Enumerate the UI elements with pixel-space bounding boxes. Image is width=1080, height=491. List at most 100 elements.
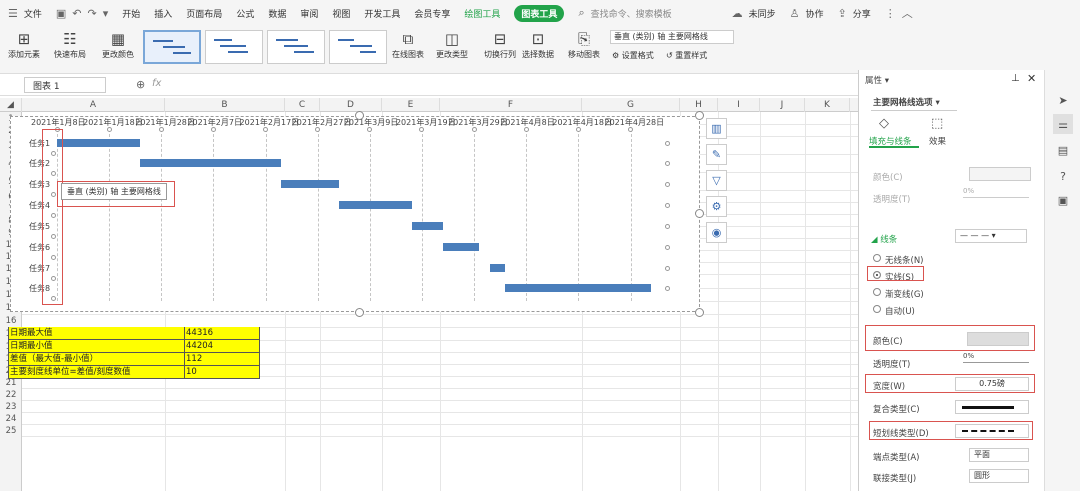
hamburger-icon[interactable]: ☰ bbox=[8, 7, 18, 20]
chart-style-2[interactable] bbox=[205, 30, 263, 64]
gridline-handle[interactable] bbox=[665, 245, 670, 250]
vertical-gridline[interactable] bbox=[474, 129, 476, 301]
tab-draw-tools[interactable]: 绘图工具 bbox=[464, 7, 500, 20]
undo-icon[interactable]: ↶ bbox=[72, 7, 81, 20]
select-data-button[interactable]: ⊡ 选择数据 bbox=[522, 29, 554, 60]
element-select[interactable]: 垂直 (类别) 轴 主要网格线 bbox=[610, 30, 734, 44]
vertical-gridline[interactable] bbox=[421, 129, 423, 301]
column-header[interactable]: G bbox=[582, 98, 680, 112]
column-header[interactable]: E bbox=[382, 98, 440, 112]
gridline-handle[interactable] bbox=[665, 182, 670, 187]
name-box[interactable]: 图表 1 bbox=[24, 77, 106, 93]
gridline-handle[interactable] bbox=[419, 127, 425, 132]
resize-handle-top-right[interactable] bbox=[695, 111, 704, 120]
fx-icon[interactable]: fx bbox=[152, 78, 161, 89]
chart-elements-button[interactable]: ▥ bbox=[706, 118, 727, 139]
gridline-handle[interactable] bbox=[665, 224, 670, 229]
menu-dev[interactable]: 开发工具 bbox=[364, 7, 400, 20]
stats-label[interactable]: 日期最大值 bbox=[8, 327, 185, 340]
gridline-handle[interactable] bbox=[665, 161, 670, 166]
column-header[interactable]: K bbox=[805, 98, 850, 112]
gantt-bar[interactable] bbox=[281, 180, 339, 188]
reset-style-button[interactable]: ↺ 重置样式 bbox=[666, 50, 707, 61]
chart-style-3[interactable] bbox=[267, 30, 325, 64]
tab-effect[interactable]: 效果 bbox=[929, 135, 946, 147]
gantt-bar[interactable] bbox=[411, 222, 443, 230]
redo-icon[interactable]: ↷ bbox=[88, 7, 97, 20]
search-input[interactable]: 查找命令、搜索模板 bbox=[591, 7, 672, 20]
gantt-bar[interactable] bbox=[57, 139, 141, 147]
gridline-handle[interactable] bbox=[367, 127, 373, 132]
menu-insert[interactable]: 插入 bbox=[154, 7, 172, 20]
gridline-handle[interactable] bbox=[665, 141, 670, 146]
radio-auto[interactable] bbox=[873, 305, 881, 313]
stats-value[interactable]: 44316 bbox=[185, 327, 260, 340]
vertical-gridline[interactable] bbox=[265, 129, 267, 301]
gridline-handle[interactable] bbox=[263, 127, 269, 132]
collapse-icon[interactable]: ︿ bbox=[902, 5, 913, 21]
column-header[interactable]: D bbox=[320, 98, 382, 112]
gridline-handle[interactable] bbox=[523, 127, 529, 132]
format-button[interactable]: ⚙ 设置格式 bbox=[612, 50, 654, 61]
change-color-button[interactable]: ▦ 更改颜色 bbox=[102, 29, 134, 60]
save-icon[interactable]: ▣ bbox=[56, 7, 66, 20]
join-select[interactable]: 圆形 bbox=[969, 469, 1029, 483]
gridline-handle[interactable] bbox=[315, 127, 321, 132]
gantt-bar[interactable] bbox=[489, 264, 506, 272]
vertical-gridline[interactable] bbox=[213, 129, 215, 301]
online-chart-button[interactable]: ⧉ 在线图表 bbox=[392, 29, 424, 60]
gridline-handle[interactable] bbox=[665, 266, 670, 271]
chart-filter-button[interactable]: ▽ bbox=[706, 170, 727, 191]
menu-view[interactable]: 视图 bbox=[332, 7, 350, 20]
layers-icon[interactable]: ▤ bbox=[1053, 140, 1073, 160]
stats-value[interactable]: 44204 bbox=[185, 340, 260, 353]
transparency-slider-top[interactable] bbox=[963, 197, 1029, 198]
compound-select[interactable] bbox=[955, 400, 1029, 414]
more-vertical-icon[interactable]: ⋮ bbox=[885, 7, 896, 20]
menu-review[interactable]: 审阅 bbox=[300, 7, 318, 20]
gridline-handle[interactable] bbox=[106, 127, 112, 132]
vertical-gridline[interactable] bbox=[578, 129, 580, 301]
row-header[interactable]: 25 bbox=[0, 425, 22, 437]
chart-settings-button[interactable]: ⚙ bbox=[706, 196, 727, 217]
transparency-slider[interactable] bbox=[963, 362, 1029, 363]
row-header[interactable]: 24 bbox=[0, 413, 22, 425]
row-header[interactable]: 22 bbox=[0, 389, 22, 401]
menu-formula[interactable]: 公式 bbox=[236, 7, 254, 20]
select-all-icon[interactable]: ◢ bbox=[0, 98, 22, 112]
column-header[interactable]: B bbox=[165, 98, 285, 112]
stats-label[interactable]: 日期最小值 bbox=[8, 340, 185, 353]
resize-handle-bottom[interactable] bbox=[355, 308, 364, 317]
collab-button[interactable]: 协作 bbox=[806, 7, 824, 20]
gantt-bar[interactable] bbox=[338, 201, 412, 209]
radio-gradient[interactable] bbox=[873, 288, 881, 296]
resize-handle-bottom-right[interactable] bbox=[695, 308, 704, 317]
change-type-button[interactable]: ◫ 更改类型 bbox=[436, 29, 468, 60]
vertical-gridline[interactable] bbox=[109, 129, 111, 301]
sync-status[interactable]: 未同步 bbox=[749, 7, 776, 20]
vertical-gridline[interactable] bbox=[630, 129, 632, 301]
gantt-bar[interactable] bbox=[140, 159, 282, 167]
line-section[interactable]: ◢ 线条 bbox=[871, 233, 897, 245]
share-button[interactable]: 分享 bbox=[853, 7, 871, 20]
column-header[interactable]: H bbox=[680, 98, 718, 112]
stats-value[interactable]: 112 bbox=[185, 353, 260, 366]
stats-label[interactable]: 主要刻度线单位=差值/刻度数值 bbox=[8, 366, 185, 379]
resize-handle-top[interactable] bbox=[355, 111, 364, 120]
menu-data[interactable]: 数据 bbox=[268, 7, 286, 20]
options-dropdown[interactable]: 主要网格线选项 ▾ bbox=[873, 96, 940, 108]
gridline-handle[interactable] bbox=[628, 127, 633, 132]
tab-chart-tools[interactable]: 图表工具 bbox=[514, 4, 565, 22]
vertical-gridline[interactable] bbox=[369, 129, 371, 301]
menu-member[interactable]: 会员专享 bbox=[414, 7, 450, 20]
vertical-gridline[interactable] bbox=[161, 129, 163, 301]
more-icon[interactable]: ▾ bbox=[103, 7, 109, 20]
column-header[interactable]: A bbox=[22, 98, 165, 112]
gantt-chart[interactable]: 2021年1月8日 2021年1月18日 2021年1月28日 2021年2月7日 20… bbox=[10, 116, 700, 312]
gridline-handle[interactable] bbox=[210, 127, 216, 132]
move-chart-button[interactable]: ⎘ 移动图表 bbox=[568, 29, 600, 60]
gridline-handle[interactable] bbox=[665, 203, 670, 208]
cursor-icon[interactable]: ➤ bbox=[1053, 90, 1073, 110]
zoom-icon[interactable]: ⊕ bbox=[136, 78, 145, 91]
menu-file[interactable]: 文件 bbox=[24, 7, 42, 20]
